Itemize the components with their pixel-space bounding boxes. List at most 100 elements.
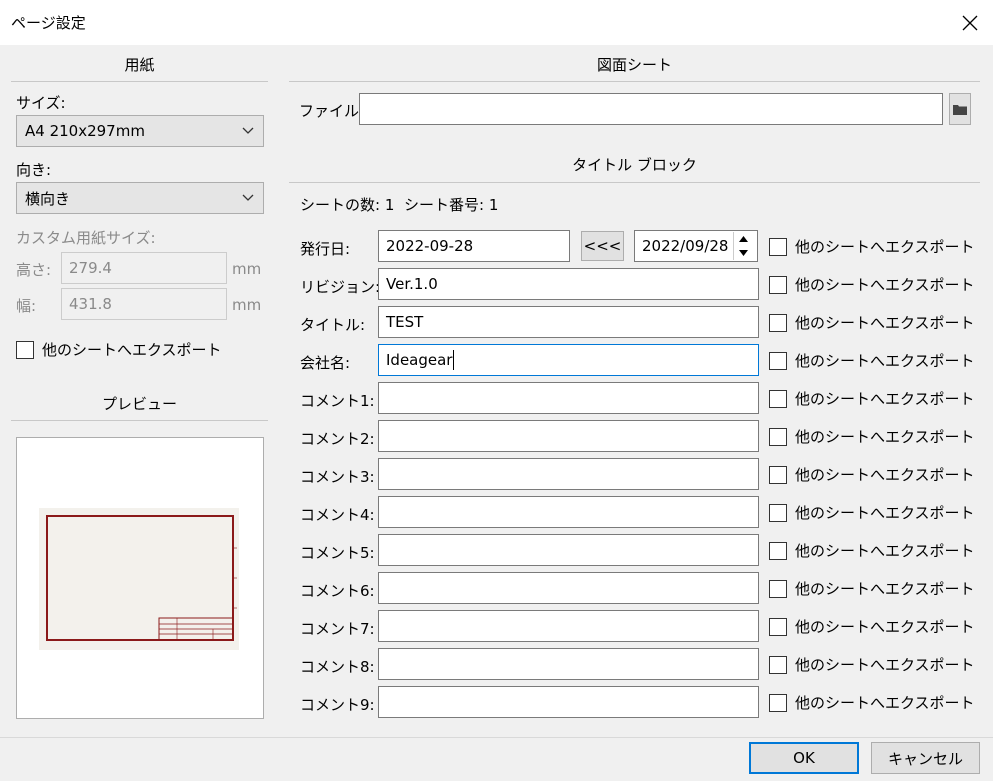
field-label-revision: リビジョン: [300,278,381,296]
size-label: サイズ: [16,94,66,112]
paper-section-title: 用紙 [124,56,155,74]
export-label: 他のシートへエクスポート [795,390,975,408]
close-button[interactable] [947,0,993,45]
title-export-checkbox[interactable]: 他のシートへエクスポート [769,312,975,333]
checkbox-box [16,340,34,359]
field-label-comment2: コメント2: [300,430,375,448]
field-label-comment4: コメント4: [300,506,375,524]
file-input[interactable] [359,93,943,125]
title-block-section-title: タイトル ブロック [572,156,697,174]
checkbox-box [769,389,787,408]
paper-divider [11,81,268,82]
comment2-input[interactable] [378,420,759,452]
button-bar-divider [0,737,993,738]
dialog-title: ページ設定 [11,14,86,32]
checkbox-box [769,275,787,294]
close-icon [962,15,978,30]
checkbox-box [769,351,787,370]
date-spinner [733,232,753,260]
ok-button[interactable]: OK [749,742,859,774]
title-block-divider [289,182,980,183]
comment4-export-checkbox[interactable]: 他のシートへエクスポート [769,502,975,523]
issue-date-export-checkbox[interactable]: 他のシートへエクスポート [769,236,975,257]
drawing-sheet-section-title: 図面シート [596,56,672,74]
field-label-comment5: コメント5: [300,544,375,562]
comment1-export-checkbox[interactable]: 他のシートへエクスポート [769,388,975,409]
comment1-input[interactable] [378,382,759,414]
export-label: 他のシートへエクスポート [795,504,975,522]
comment6-input[interactable] [378,572,759,604]
comment5-export-checkbox[interactable]: 他のシートへエクスポート [769,540,975,561]
chevron-down-icon [242,194,254,201]
export-label: 他のシートへエクスポート [795,352,975,370]
comment3-export-checkbox[interactable]: 他のシートへエクスポート [769,464,975,485]
export-label: 他のシートへエクスポート [795,276,975,294]
export-label: 他のシートへエクスポート [795,314,975,332]
checkbox-box [769,503,787,522]
browse-file-button[interactable] [949,93,971,125]
comment4-input[interactable] [378,496,759,528]
width-label: 幅: [16,297,37,315]
comment7-input[interactable] [378,610,759,642]
comment2-export-checkbox[interactable]: 他のシートへエクスポート [769,426,975,447]
copy-date-button[interactable]: <<< [581,231,624,261]
file-label: ファイル: [299,102,365,120]
comment9-input[interactable] [378,686,759,718]
cancel-button[interactable]: キャンセル [871,742,980,774]
field-label-title: タイトル: [300,316,366,334]
checkbox-box [769,313,787,332]
checkbox-box [769,579,787,598]
title-value: TEST [386,313,424,331]
orientation-select[interactable]: 横向き [16,182,264,214]
field-label-comment6: コメント6: [300,582,375,600]
orientation-label: 向き: [16,161,52,179]
checkbox-box [769,427,787,446]
export-label: 他のシートへエクスポート [795,466,975,484]
revision-export-checkbox[interactable]: 他のシートへエクスポート [769,274,975,295]
date-spin-up[interactable] [734,232,753,246]
export-label: 他のシートへエクスポート [795,238,975,256]
comment8-export-checkbox[interactable]: 他のシートへエクスポート [769,654,975,675]
paper-size-value: A4 210x297mm [25,122,145,140]
comment9-export-checkbox[interactable]: 他のシートへエクスポート [769,692,975,713]
custom-size-label: カスタム用紙サイズ: [16,229,156,247]
date-spin-down[interactable] [734,246,753,260]
sheet-number: シート番号: 1 [404,196,499,214]
height-value: 279.4 [69,259,112,277]
comment5-input[interactable] [378,534,759,566]
issue-date-input[interactable]: 2022-09-28 [378,230,570,262]
company-value: Ideagear [386,351,453,369]
height-unit: mm [232,260,262,278]
checkbox-box [769,465,787,484]
export-label: 他のシートへエクスポート [795,542,975,560]
company-input[interactable]: Ideagear [378,344,759,376]
comment3-input[interactable] [378,458,759,490]
width-unit: mm [232,296,262,314]
sheet-preview-image [39,508,239,650]
title-input[interactable]: TEST [378,306,759,338]
field-label-comment3: コメント3: [300,468,375,486]
comment8-input[interactable] [378,648,759,680]
sheet-count: シートの数: 1 [300,196,395,214]
revision-input[interactable]: Ver.1.0 [378,268,759,300]
export-label: 他のシートへエクスポート [795,428,975,446]
paper-size-select[interactable]: A4 210x297mm [16,115,264,147]
company-export-checkbox[interactable]: 他のシートへエクスポート [769,350,975,371]
preview-panel [16,437,264,719]
orientation-value: 横向き [25,189,71,208]
revision-value: Ver.1.0 [386,275,438,293]
preview-divider [11,420,268,421]
field-label-comment8: コメント8: [300,658,375,676]
chevron-down-icon [242,127,254,134]
drawing-sheet-divider [289,81,980,82]
height-input[interactable]: 279.4 [61,252,227,284]
export-label: 他のシートへエクスポート [795,618,975,636]
checkbox-box [769,617,787,636]
export-label: 他のシートへエクスポート [795,656,975,674]
paper-export-checkbox[interactable]: 他のシートへエクスポート [16,339,222,360]
issue-date-value: 2022-09-28 [386,237,474,255]
comment7-export-checkbox[interactable]: 他のシートへエクスポート [769,616,975,637]
caret-up-icon [739,236,748,242]
comment6-export-checkbox[interactable]: 他のシートへエクスポート [769,578,975,599]
width-input[interactable]: 431.8 [61,288,227,320]
